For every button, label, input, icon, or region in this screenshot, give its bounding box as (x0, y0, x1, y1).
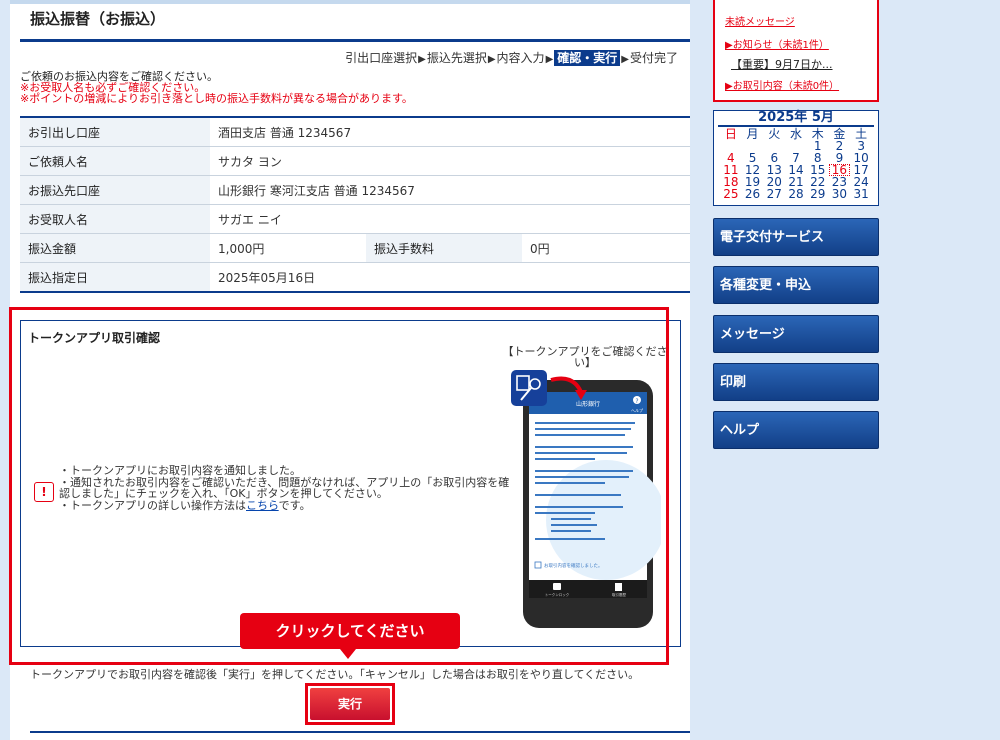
step-account-select: 引出口座選択 (345, 51, 418, 65)
execute-button[interactable]: 実行 (310, 688, 390, 720)
notice-line-warning: ※ポイントの増減によりお引き落とし時の振込手数料が異なる場合があります。 (20, 92, 413, 105)
step-arrow-icon: ▶ (487, 54, 496, 65)
calendar-day: 26 (744, 187, 761, 201)
withdrawal-account-label: お引出し口座 (20, 117, 210, 147)
table-row: ご依頼人名 サカタ ヨン (20, 146, 690, 176)
calendar-day: 31 (853, 187, 869, 201)
destination-account-label: お振込先口座 (20, 175, 210, 205)
table-row: お受取人名 サガエ ニイ (20, 204, 690, 234)
nav-e-delivery-service[interactable]: 電子交付サービス (713, 218, 879, 256)
requester-name-label: ご依頼人名 (20, 146, 210, 176)
transfer-details-table: お引出し口座 酒田支店 普通 1234567 ご依頼人名 サカタ ヨン お振込先… (20, 116, 690, 293)
calendar-grid: 日 月 火 水 木 金 土 1 2 3 4 5 6 7 8 9 10 11 12 13 14 15 16 17 1… (720, 128, 872, 200)
nav-help[interactable]: ヘルプ (713, 411, 879, 449)
messages-box: 未読メッセージ ▶お知らせ（未読1件） 【重要】9月7日か... ▶お取引内容（… (713, 0, 879, 102)
fee-value: 0円 (522, 233, 690, 263)
notices-link[interactable]: ▶お知らせ（未読1件） (725, 36, 829, 51)
weekday-label: 月 (746, 127, 759, 141)
withdrawal-account-value: 酒田支店 普通 1234567 (210, 117, 690, 147)
nav-changes-applications[interactable]: 各種変更・申込 (713, 266, 879, 304)
step-complete: 受付完了 (629, 51, 678, 65)
step-arrow-icon: ▶ (621, 54, 629, 65)
calendar-day: 30 (831, 187, 848, 201)
top-line (10, 0, 690, 4)
click-here-callout: クリックしてください (240, 613, 460, 659)
date-value: 2025年05月16日 (210, 262, 690, 293)
important-notice-link[interactable]: 【重要】9月7日か... (731, 56, 833, 72)
table-row: お振込先口座 山形銀行 寒河江支店 普通 1234567 (20, 175, 690, 205)
fee-label: 振込手数料 (366, 233, 522, 263)
step-arrow-icon: ▶ (545, 54, 554, 65)
calendar-title: 2025年 5月 (718, 111, 874, 127)
recipient-name-value: サガエ ニイ (210, 204, 690, 234)
bottom-divider (30, 731, 690, 733)
step-arrow-icon: ▶ (418, 54, 426, 65)
calendar-day: 29 (810, 187, 826, 201)
step-confirm-execute: 確認・実行 (554, 50, 621, 66)
calendar: 2025年 5月 日 月 火 水 木 金 土 1 2 3 4 5 6 7 8 9 10 11 12 13… (713, 110, 879, 206)
transaction-notices-link[interactable]: ▶お取引内容（未読0件） (725, 77, 839, 92)
notice-text: ご依頼のお振込内容をご確認ください。 ※お受取人名も必ずご確認ください。 ※ポイ… (20, 71, 413, 104)
weekday-label: 火 (768, 127, 781, 141)
destination-account-value: 山形銀行 寒河江支店 普通 1234567 (210, 175, 690, 205)
requester-name-value: サカタ ヨン (210, 146, 690, 176)
unread-messages-link[interactable]: 未読メッセージ (725, 13, 795, 28)
date-label: 振込指定日 (20, 262, 210, 293)
step-payee-select: 振込先選択 (426, 51, 487, 65)
nav-print[interactable]: 印刷 (713, 363, 879, 401)
step-input: 内容入力 (496, 51, 545, 65)
progress-steps: 引出口座選択▶振込先選択▶内容入力▶ 確認・実行 ▶受付完了 (345, 49, 678, 66)
title-underline (20, 39, 690, 42)
highlight-frame (9, 307, 669, 665)
table-row: 振込指定日 2025年05月16日 (20, 262, 690, 293)
table-row: お引出し口座 酒田支店 普通 1234567 (20, 117, 690, 147)
calendar-day: 25 (723, 187, 739, 201)
page-title: 振込振替（お振込） (30, 10, 166, 28)
weekday-label: 水 (789, 127, 802, 141)
table-row: 振込金額 1,000円 振込手数料 0円 (20, 233, 690, 263)
instruction-text: トークンアプリでお取引内容を確認後「実行」を押してください。「キャンセル」した場… (30, 668, 640, 681)
recipient-name-label: お受取人名 (20, 204, 210, 234)
weekday-label: 日 (724, 127, 737, 141)
nav-messages[interactable]: メッセージ (713, 315, 879, 353)
amount-value: 1,000円 (210, 233, 366, 263)
calendar-day: 27 (766, 187, 782, 201)
calendar-day: 28 (788, 187, 804, 201)
amount-label: 振込金額 (20, 233, 210, 263)
